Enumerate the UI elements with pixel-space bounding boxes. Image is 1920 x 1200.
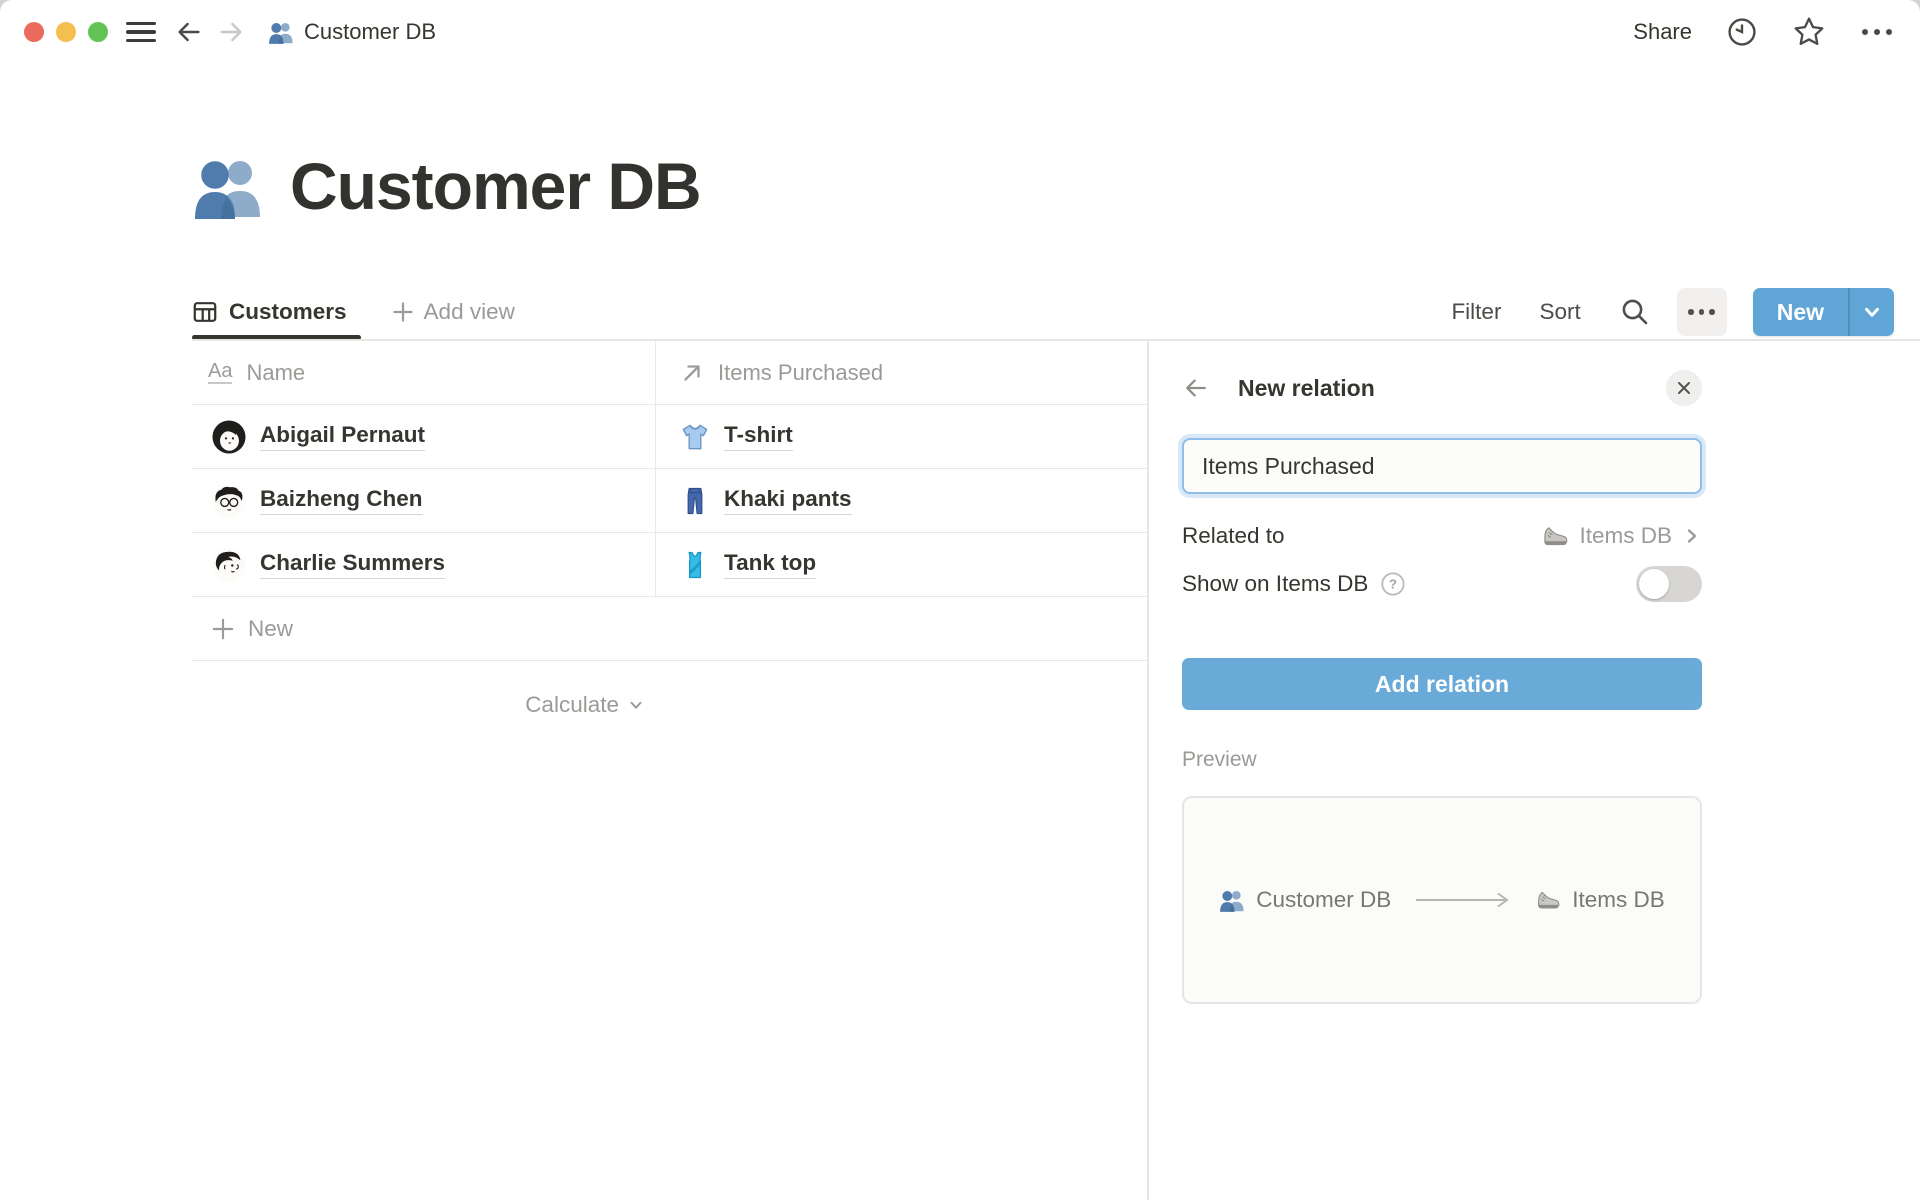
show-on-row: Show on Items DB ? xyxy=(1182,560,1702,608)
close-icon xyxy=(1674,378,1694,398)
relation-preview-card: Customer DB Items DB xyxy=(1182,796,1702,1004)
more-options-icon[interactable] xyxy=(1860,26,1894,38)
customer-name: Charlie Summers xyxy=(260,550,445,580)
item-name: Tank top xyxy=(724,550,816,580)
chevron-down-icon xyxy=(1861,301,1883,323)
titlebar: Customer DB Share xyxy=(0,0,1920,64)
page-people-icon[interactable] xyxy=(192,150,264,222)
table-header-row: Aa Name Items Purchased xyxy=(192,341,1147,405)
tab-customers[interactable]: Customers xyxy=(176,285,365,339)
customer-name: Abigail Pernaut xyxy=(260,422,425,452)
column-header-items-purchased[interactable]: Items Purchased xyxy=(655,341,1147,404)
related-to-label: Related to xyxy=(1182,523,1285,549)
view-options-button[interactable] xyxy=(1677,288,1727,336)
related-to-row[interactable]: Related to Items DB xyxy=(1182,512,1702,560)
khaki-pants-icon xyxy=(680,486,710,516)
page-title[interactable]: Customer DB xyxy=(290,148,701,224)
table-row: Charlie Summers Tank top xyxy=(192,533,1147,597)
relation-arrow-icon xyxy=(680,361,704,385)
items-cell[interactable]: Khaki pants xyxy=(655,469,1147,532)
chevron-down-icon xyxy=(627,696,645,714)
related-to-value: Items DB xyxy=(1579,523,1672,549)
view-toolbar: Customers Add view Filter Sort New xyxy=(192,285,1894,339)
forward-arrow-icon[interactable] xyxy=(216,17,246,47)
filter-button[interactable]: Filter xyxy=(1451,299,1501,325)
table-row: Baizheng Chen Khaki pants xyxy=(192,469,1147,533)
tank-top-icon xyxy=(680,550,710,580)
table-footer: Calculate xyxy=(192,661,1147,739)
panel-close-button[interactable] xyxy=(1666,370,1702,406)
panel-back-icon[interactable] xyxy=(1182,374,1210,402)
baizheng-avatar xyxy=(212,484,246,518)
long-arrow-right-icon xyxy=(1413,889,1513,911)
svg-text:?: ? xyxy=(1389,577,1397,592)
panel-divider xyxy=(1147,339,1149,1200)
item-name: Khaki pants xyxy=(724,486,852,516)
sidebar-menu-icon[interactable] xyxy=(126,22,156,42)
zoom-window-button[interactable] xyxy=(88,22,108,42)
people-icon xyxy=(1219,887,1245,913)
customer-name: Baizheng Chen xyxy=(260,486,423,516)
name-cell[interactable]: Charlie Summers xyxy=(192,533,655,596)
preview-source-label: Customer DB xyxy=(1256,887,1391,913)
window-controls xyxy=(24,22,108,42)
panel-title: New relation xyxy=(1238,375,1375,402)
breadcrumb[interactable]: Customer DB xyxy=(268,19,436,45)
name-cell[interactable]: Abigail Pernaut xyxy=(192,405,655,468)
app-window: Customer DB Share Customer DB Custo xyxy=(0,0,1920,1200)
calculate-label: Calculate xyxy=(525,692,619,718)
new-split-button: New xyxy=(1753,288,1894,336)
tab-label: Customers xyxy=(229,299,347,325)
charlie-avatar xyxy=(212,548,246,582)
tshirt-icon xyxy=(680,422,710,452)
column-items-label: Items Purchased xyxy=(718,360,883,386)
new-record-dropdown-button[interactable] xyxy=(1848,288,1894,336)
new-relation-panel: New relation Related to Items DB Show xyxy=(1182,362,1702,1004)
back-arrow-icon[interactable] xyxy=(174,17,204,47)
abigail-avatar xyxy=(212,420,246,454)
new-record-button[interactable]: New xyxy=(1753,288,1848,336)
people-icon xyxy=(268,19,294,45)
add-relation-button[interactable]: Add relation xyxy=(1182,658,1702,710)
new-row-label: New xyxy=(248,616,293,642)
relation-name-input[interactable] xyxy=(1182,438,1702,494)
show-on-toggle[interactable] xyxy=(1636,566,1702,602)
minimize-window-button[interactable] xyxy=(56,22,76,42)
sneaker-icon xyxy=(1541,522,1569,550)
search-icon[interactable] xyxy=(1619,296,1651,328)
column-header-name[interactable]: Aa Name xyxy=(192,341,655,404)
items-cell[interactable]: Tank top xyxy=(655,533,1147,596)
items-cell[interactable]: T-shirt xyxy=(655,405,1147,468)
show-on-label: Show on Items DB xyxy=(1182,571,1368,597)
text-type-icon: Aa xyxy=(208,361,232,384)
name-cell[interactable]: Baizheng Chen xyxy=(192,469,655,532)
favorite-star-icon[interactable] xyxy=(1792,15,1826,49)
customers-table: Aa Name Items Purchased Abigail Pernaut xyxy=(192,341,1147,739)
help-question-icon[interactable]: ? xyxy=(1380,571,1406,597)
plus-icon xyxy=(391,300,415,324)
new-row-button[interactable]: New xyxy=(192,597,1147,661)
chevron-right-icon xyxy=(1682,526,1702,546)
updates-clock-icon[interactable] xyxy=(1726,16,1758,48)
sort-button[interactable]: Sort xyxy=(1539,299,1580,325)
add-view-button[interactable]: Add view xyxy=(391,299,515,325)
table-row: Abigail Pernaut T-shirt xyxy=(192,405,1147,469)
preview-label: Preview xyxy=(1182,748,1702,772)
table-view-icon xyxy=(192,299,218,325)
column-name-label: Name xyxy=(246,360,305,386)
add-view-label: Add view xyxy=(424,299,515,325)
calculate-button[interactable]: Calculate xyxy=(192,661,655,739)
plus-icon xyxy=(210,616,236,642)
close-window-button[interactable] xyxy=(24,22,44,42)
share-button[interactable]: Share xyxy=(1633,19,1692,45)
sneaker-icon xyxy=(1535,887,1561,913)
breadcrumb-title: Customer DB xyxy=(304,19,436,45)
preview-target-label: Items DB xyxy=(1572,887,1665,913)
item-name: T-shirt xyxy=(724,422,793,452)
